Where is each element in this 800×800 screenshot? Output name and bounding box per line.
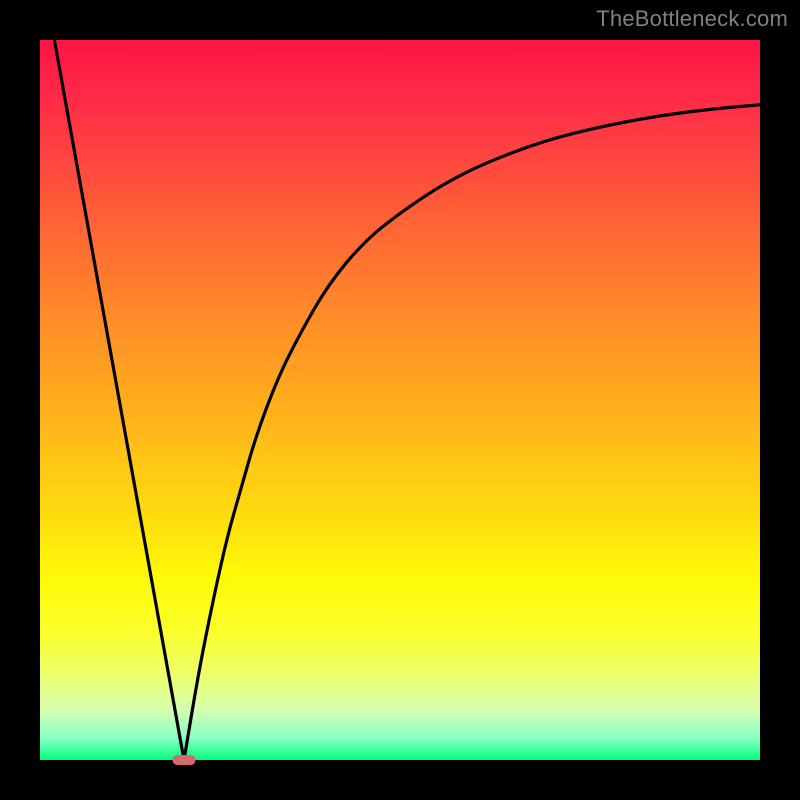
watermark-text: TheBottleneck.com	[596, 6, 788, 32]
chart-frame: TheBottleneck.com	[0, 0, 800, 800]
bottleneck-marker	[40, 40, 760, 760]
plot-area	[40, 40, 760, 760]
